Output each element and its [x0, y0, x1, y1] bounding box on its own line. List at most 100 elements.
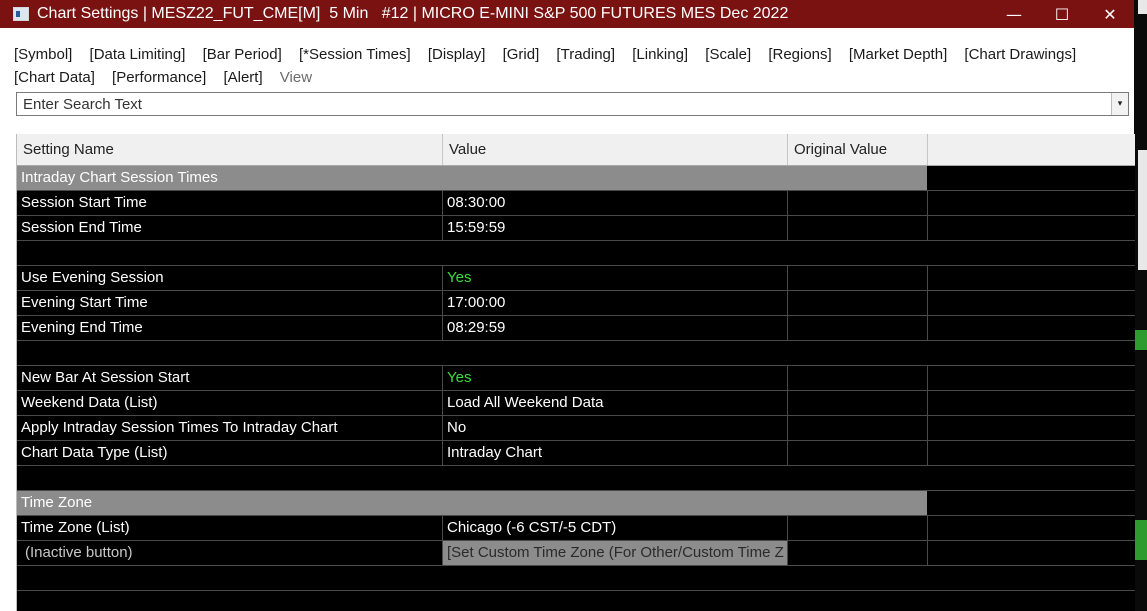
menu-item-market-depth[interactable]: [Market Depth]	[849, 43, 947, 66]
setting-value[interactable]: Load All Weekend Data	[443, 391, 788, 415]
grid-header: Setting Name Value Original Value	[17, 134, 1135, 166]
dialog-client-area: [Symbol] [Data Limiting] [Bar Period] [*…	[0, 28, 1135, 611]
blank-cell	[928, 266, 1135, 290]
setting-value[interactable]: No	[443, 416, 788, 440]
background-chart-edge	[1134, 0, 1147, 611]
menu-item-linking[interactable]: [Linking]	[632, 43, 688, 66]
blank-cell	[928, 441, 1135, 465]
menu-item-symbol[interactable]: [Symbol]	[14, 43, 72, 66]
table-row[interactable]: Evening Start Time 17:00:00	[17, 291, 1135, 316]
setting-name: Chart Data Type (List)	[17, 441, 443, 465]
background-fragment	[1134, 520, 1147, 560]
menu-item-bar-period[interactable]: [Bar Period]	[203, 43, 282, 66]
menu-item-trading[interactable]: [Trading]	[556, 43, 615, 66]
minimize-button[interactable]: —	[990, 0, 1038, 28]
setting-value[interactable]: Yes	[443, 266, 788, 290]
background-fragment	[1138, 0, 1147, 14]
original-value	[788, 416, 928, 440]
blank-cell	[928, 216, 1135, 240]
table-row[interactable]: Weekend Data (List) Load All Weekend Dat…	[17, 391, 1135, 416]
setting-name: Time Zone (List)	[17, 516, 443, 540]
setting-name: (Inactive button)	[17, 541, 443, 565]
table-row[interactable]: Apply Intraday Session Times To Intraday…	[17, 416, 1135, 441]
table-row[interactable]: New Bar At Session Start Yes	[17, 366, 1135, 391]
blank-cell	[928, 291, 1135, 315]
setting-value[interactable]: 08:29:59	[443, 316, 788, 340]
section-row-time-zone: Time Zone	[17, 491, 1135, 516]
setting-name: New Bar At Session Start	[17, 366, 443, 390]
blank-cell	[928, 416, 1135, 440]
original-value	[788, 516, 928, 540]
close-button[interactable]: ✕	[1086, 0, 1134, 28]
original-value	[788, 216, 928, 240]
original-value	[788, 366, 928, 390]
settings-menu: [Symbol] [Data Limiting] [Bar Period] [*…	[14, 43, 1129, 89]
search-input[interactable]	[17, 93, 1112, 115]
setting-value[interactable]: 08:30:00	[443, 191, 788, 215]
table-row[interactable]: Evening End Time 08:29:59	[17, 316, 1135, 341]
setting-value[interactable]: 17:00:00	[443, 291, 788, 315]
setting-name: Apply Intraday Session Times To Intraday…	[17, 416, 443, 440]
column-header-original-value[interactable]: Original Value	[788, 134, 928, 165]
setting-name: Evening End Time	[17, 316, 443, 340]
setting-value[interactable]: Intraday Chart	[443, 441, 788, 465]
table-row[interactable]: Use Evening Session Yes	[17, 266, 1135, 291]
menu-item-scale[interactable]: [Scale]	[705, 43, 751, 66]
original-value	[788, 541, 928, 565]
blank-cell	[928, 316, 1135, 340]
original-value	[788, 391, 928, 415]
blank-cell	[928, 191, 1135, 215]
window-controls: — ☐ ✕	[990, 0, 1134, 28]
setting-name: Use Evening Session	[17, 266, 443, 290]
menu-item-regions[interactable]: [Regions]	[768, 43, 831, 66]
menu-item-view[interactable]: View	[280, 66, 312, 89]
menu-item-display[interactable]: [Display]	[428, 43, 486, 66]
setting-name: Weekend Data (List)	[17, 391, 443, 415]
menu-item-performance[interactable]: [Performance]	[112, 66, 206, 89]
background-fragment	[1134, 330, 1147, 350]
chevron-down-icon[interactable]: ▾	[1111, 93, 1128, 115]
title-bar[interactable]: Chart Settings | MESZ22_FUT_CME[M] 5 Min…	[0, 0, 1134, 28]
original-value	[788, 291, 928, 315]
original-value	[788, 266, 928, 290]
table-row[interactable]: Chart Data Type (List) Intraday Chart	[17, 441, 1135, 466]
blank-cell	[928, 391, 1135, 415]
maximize-button[interactable]: ☐	[1038, 0, 1086, 28]
spacer-row	[17, 566, 1135, 591]
setting-value[interactable]: 15:59:59	[443, 216, 788, 240]
section-label: Intraday Chart Session Times	[17, 166, 927, 190]
menu-item-grid[interactable]: [Grid]	[503, 43, 540, 66]
table-row[interactable]: Session End Time 15:59:59	[17, 216, 1135, 241]
spacer-row	[17, 341, 1135, 366]
set-custom-time-zone-button[interactable]: [Set Custom Time Zone (For Other/Custom …	[443, 541, 788, 565]
menu-item-data-limiting[interactable]: [Data Limiting]	[90, 43, 186, 66]
column-header-blank	[928, 134, 1135, 165]
search-combobox: ▾	[16, 92, 1129, 116]
column-header-value[interactable]: Value	[443, 134, 788, 165]
window-title: Chart Settings | MESZ22_FUT_CME[M] 5 Min…	[37, 5, 789, 22]
settings-grid: Setting Name Value Original Value Intrad…	[16, 134, 1135, 611]
column-header-setting-name[interactable]: Setting Name	[17, 134, 443, 165]
blank-cell	[928, 541, 1135, 565]
menu-item-chart-drawings[interactable]: [Chart Drawings]	[964, 43, 1076, 66]
menu-item-alert[interactable]: [Alert]	[223, 66, 262, 89]
setting-value[interactable]: Yes	[443, 366, 788, 390]
menu-item-chart-data[interactable]: [Chart Data]	[14, 66, 95, 89]
setting-name: Evening Start Time	[17, 291, 443, 315]
table-row[interactable]: Session Start Time 08:30:00	[17, 191, 1135, 216]
original-value	[788, 441, 928, 465]
original-value	[788, 191, 928, 215]
original-value	[788, 316, 928, 340]
setting-value[interactable]: Chicago (-6 CST/-5 CDT)	[443, 516, 788, 540]
background-fragment	[1138, 150, 1147, 270]
section-label: Time Zone	[17, 491, 927, 515]
blank-cell	[928, 366, 1135, 390]
spacer-row	[17, 241, 1135, 266]
spacer-row	[17, 466, 1135, 491]
blank-cell	[928, 516, 1135, 540]
table-row[interactable]: Time Zone (List) Chicago (-6 CST/-5 CDT)	[17, 516, 1135, 541]
window-icon	[13, 7, 29, 21]
setting-name: Session End Time	[17, 216, 443, 240]
table-row[interactable]: (Inactive button) [Set Custom Time Zone …	[17, 541, 1135, 566]
menu-item-session-times[interactable]: [*Session Times]	[299, 43, 411, 66]
